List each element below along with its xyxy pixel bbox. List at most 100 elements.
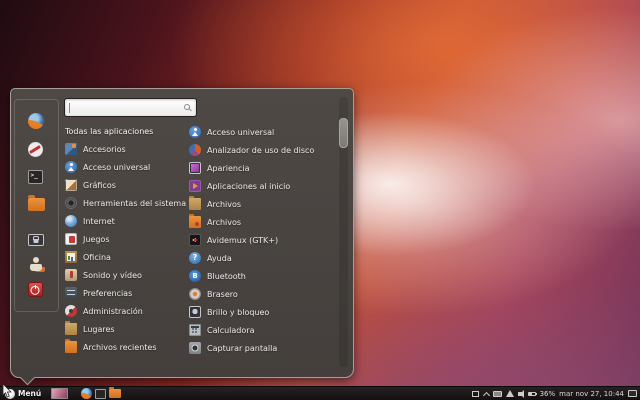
- category-all-applications[interactable]: Todas las aplicaciones: [65, 122, 187, 140]
- firefox-icon: [28, 113, 44, 129]
- category-label: Archivos recientes: [83, 343, 157, 352]
- avidemux-icon: [189, 234, 201, 246]
- category-label: Accesorios: [83, 145, 126, 154]
- shutdown-button[interactable]: [28, 282, 46, 300]
- keyboard-icon[interactable]: [493, 391, 502, 397]
- app-screenshot[interactable]: Capturar pantalla: [189, 339, 341, 357]
- app-calculator[interactable]: Calculadora: [189, 321, 341, 339]
- window-button-image-thumbnail[interactable]: [51, 388, 68, 399]
- app-label: Archivos: [207, 218, 241, 227]
- window-tray-icon[interactable]: [472, 391, 479, 397]
- scrollbar-thumb[interactable]: [339, 118, 348, 148]
- app-disk-usage-analyzer[interactable]: Analizador de uso de disco: [189, 141, 341, 159]
- battery-icon[interactable]: [528, 392, 536, 396]
- mouse-cursor: [2, 384, 13, 398]
- app-brightness-lock[interactable]: Brillo y bloqueo: [189, 303, 341, 321]
- system-tools-icon: [65, 197, 77, 209]
- administration-icon: [65, 305, 77, 317]
- app-label: Ayuda: [207, 254, 232, 263]
- app-label: Capturar pantalla: [207, 344, 277, 353]
- launchers: [81, 388, 121, 399]
- applications-menu: Todas las aplicaciones Accesorios Acceso…: [10, 88, 354, 378]
- category-administration[interactable]: Administración: [65, 302, 187, 320]
- help-icon: [189, 252, 201, 264]
- app-help[interactable]: Ayuda: [189, 249, 341, 267]
- file-manager-launcher-icon[interactable]: [109, 389, 121, 398]
- category-label: Herramientas del sistema: [83, 199, 186, 208]
- app-files-2[interactable]: Archivos: [189, 213, 341, 231]
- logout-button[interactable]: [28, 256, 46, 274]
- display-tray-icon[interactable]: [628, 390, 637, 397]
- lock-screen-button[interactable]: [28, 231, 46, 249]
- app-brasero[interactable]: Brasero: [189, 285, 341, 303]
- firefox-launcher-icon[interactable]: [81, 388, 92, 399]
- app-bluetooth[interactable]: Bluetooth: [189, 267, 341, 285]
- terminal-launcher-icon[interactable]: [95, 389, 106, 399]
- taskbar: Menú 36% mar nov 27, 10:44: [0, 386, 640, 400]
- logout-icon: [28, 256, 44, 272]
- calculator-icon: [189, 324, 201, 336]
- lock-screen-icon: [28, 234, 44, 246]
- category-label: Lugares: [83, 325, 115, 334]
- app-label: Acceso universal: [207, 128, 274, 137]
- universal-access-icon: [65, 161, 77, 173]
- app-appearance[interactable]: Apariencia: [189, 159, 341, 177]
- menu-tail: [20, 370, 36, 386]
- category-graphics[interactable]: Gráficos: [65, 176, 187, 194]
- category-internet[interactable]: Internet: [65, 212, 187, 230]
- places-icon: [65, 323, 77, 335]
- category-accessories[interactable]: Accesorios: [65, 140, 187, 158]
- disk-usage-icon: [189, 144, 201, 156]
- wifi-icon[interactable]: [506, 390, 514, 397]
- system-settings-icon: [28, 142, 43, 157]
- search-box: [64, 98, 197, 117]
- clock[interactable]: mar nov 27, 10:44: [559, 387, 624, 400]
- category-places[interactable]: Lugares: [65, 320, 187, 338]
- app-label: Calculadora: [207, 326, 254, 335]
- category-label: Sonido y vídeo: [83, 271, 142, 280]
- category-label: Todas las aplicaciones: [65, 127, 153, 136]
- volume-icon[interactable]: [518, 392, 522, 396]
- file-manager-icon: [28, 198, 45, 211]
- games-icon: [65, 233, 77, 245]
- category-universal-access[interactable]: Acceso universal: [65, 158, 187, 176]
- category-preferences[interactable]: Preferencias: [65, 284, 187, 302]
- app-startup-applications[interactable]: Aplicaciones al inicio: [189, 177, 341, 195]
- files-orange-icon: [189, 216, 201, 228]
- battery-percent: 36%: [540, 387, 556, 400]
- app-label: Archivos: [207, 200, 241, 209]
- category-label: Internet: [83, 217, 115, 226]
- app-avidemux[interactable]: Avidemux (GTK+): [189, 231, 341, 249]
- categories-column: Todas las aplicaciones Accesorios Acceso…: [65, 122, 187, 356]
- search-input[interactable]: [69, 100, 180, 115]
- brightness-lock-icon: [189, 306, 201, 318]
- appearance-icon: [189, 162, 201, 174]
- app-label: Apariencia: [207, 164, 249, 173]
- category-games[interactable]: Juegos: [65, 230, 187, 248]
- search-icon: [184, 104, 190, 110]
- accessories-icon: [65, 143, 77, 155]
- system-tray: 36% mar nov 27, 10:44: [472, 387, 637, 400]
- input-method-icon[interactable]: [483, 391, 489, 397]
- graphics-icon: [65, 179, 77, 191]
- app-universal-access[interactable]: Acceso universal: [189, 123, 341, 141]
- category-system-tools[interactable]: Herramientas del sistema: [65, 194, 187, 212]
- favorite-system-settings[interactable]: [28, 141, 46, 159]
- category-label: Preferencias: [83, 289, 132, 298]
- category-sound-video[interactable]: Sonido y vídeo: [65, 266, 187, 284]
- applications-column: Acceso universal Analizador de uso de di…: [189, 123, 341, 357]
- app-label: Brasero: [207, 290, 238, 299]
- favorite-file-manager[interactable]: [28, 196, 46, 214]
- favorite-terminal[interactable]: [28, 168, 46, 186]
- category-recent-files[interactable]: Archivos recientes: [65, 338, 187, 356]
- terminal-icon: [28, 170, 43, 184]
- category-office[interactable]: Oficina: [65, 248, 187, 266]
- menu-button-label: Menú: [18, 389, 41, 398]
- favorite-firefox[interactable]: [28, 113, 46, 131]
- office-icon: [65, 251, 77, 263]
- app-files[interactable]: Archivos: [189, 195, 341, 213]
- screenshot-icon: [189, 342, 201, 354]
- category-label: Gráficos: [83, 181, 116, 190]
- brasero-icon: [189, 288, 201, 300]
- desktop: { "colors": { "ubuntu_orange": "#dd4814"…: [0, 0, 640, 400]
